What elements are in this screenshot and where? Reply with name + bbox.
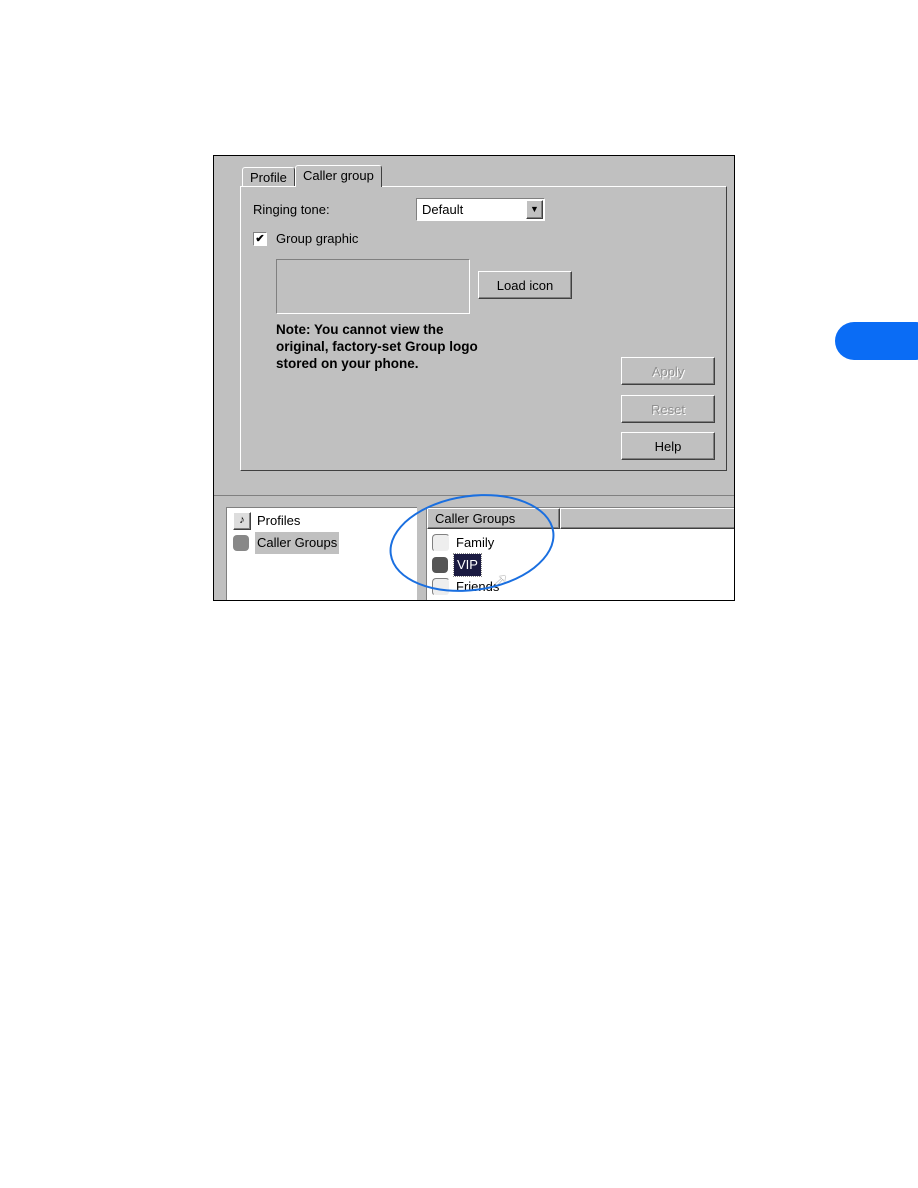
group-graphic-label: Group graphic [276,231,359,246]
caller-groups-icon [233,535,249,551]
ringing-tone-label: Ringing tone: [253,202,330,217]
button-label: Help [654,439,682,454]
group-graphic-checkbox[interactable]: ✔ [253,232,267,246]
tab-label: Caller group [303,168,374,183]
button-label: Apply [651,364,685,379]
button-label: Load icon [496,278,554,293]
tab-caller-group[interactable]: Caller group [295,165,382,187]
tree-item-label: Caller Groups [255,532,340,554]
button-label: Reset [651,402,685,417]
reset-button[interactable]: Reset [621,395,715,423]
side-chapter-tab [835,322,918,360]
tree-item-profiles[interactable]: ♪ Profiles [233,510,300,532]
ringing-tone-select[interactable]: Default ▼ [416,198,545,221]
tab-label: Profile [250,170,287,185]
apply-button[interactable]: Apply [621,357,715,385]
tab-profile[interactable]: Profile [242,167,295,186]
app-window: Profile Caller group Ringing tone: Defau… [213,155,735,601]
tree-item-caller-groups[interactable]: Caller Groups [233,532,340,554]
note-text: Note: You cannot view the original, fact… [276,322,478,371]
chevron-down-icon[interactable]: ▼ [526,200,543,219]
ringing-tone-value: Default [422,202,464,217]
column-header-empty [560,508,734,529]
caller-group-panel: Ringing tone: Default ▼ ✔ Group graphic … [240,186,727,471]
profile-icon: ♪ [233,512,251,530]
tree-item-label: Profiles [257,513,301,528]
load-icon-button[interactable]: Load icon [478,271,572,299]
help-button[interactable]: Help [621,432,715,460]
group-graphic-preview [276,259,470,314]
